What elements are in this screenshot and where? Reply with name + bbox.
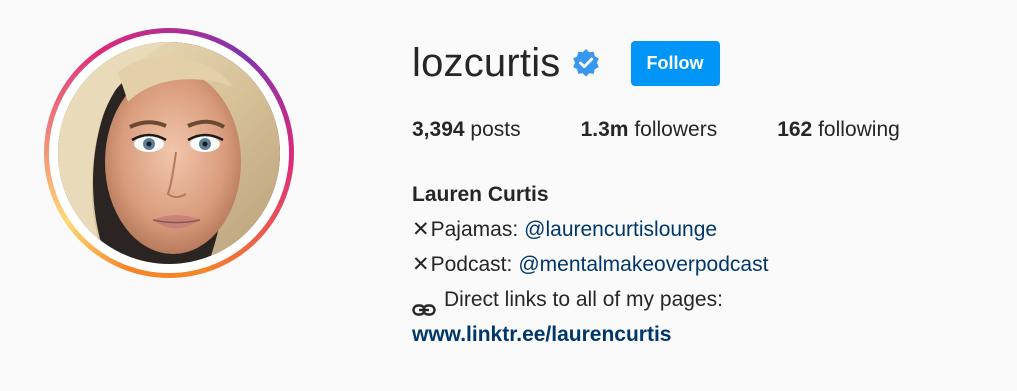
mention-link-lounge[interactable]: @laurencurtislounge	[524, 212, 717, 247]
followers-count: 1.3m	[580, 118, 629, 141]
bio-links-text: Direct links to all of my pages:	[444, 288, 723, 311]
avatar-photo-portrait	[58, 42, 280, 264]
following-count: 162	[777, 118, 813, 141]
profile-stats: 3,394 posts 1.3m followers 162 following	[412, 116, 900, 144]
profile-header-row: lozcurtis Follow	[412, 38, 720, 88]
stat-posts: 3,394 posts	[412, 116, 521, 144]
follow-button[interactable]: Follow	[630, 40, 720, 86]
x-mark-icon: ✕	[412, 218, 430, 241]
stat-following[interactable]: 162 following	[777, 116, 900, 144]
avatar-gap	[49, 33, 289, 273]
link-icon	[412, 293, 436, 316]
bio-line-pajamas: ✕ Pajamas: @laurencurtislounge	[412, 212, 768, 247]
bio-line-links: Direct links to all of my pages:	[412, 282, 768, 317]
bio-line-label: Podcast:	[430, 253, 513, 276]
profile-bio: Lauren Curtis ✕ Pajamas: @laurencurtislo…	[412, 177, 768, 352]
x-mark-icon: ✕	[412, 253, 430, 276]
profile-avatar-ring[interactable]	[44, 28, 294, 278]
bio-line-podcast: ✕ Podcast: @mentalmakeoverpodcast	[412, 247, 768, 282]
bio-line-label: Pajamas:	[430, 218, 519, 241]
posts-label: posts	[470, 118, 521, 141]
followers-label: followers	[634, 118, 718, 141]
stat-followers[interactable]: 1.3m followers	[581, 116, 718, 144]
website-link[interactable]: www.linktr.ee/laurencurtis	[412, 317, 671, 352]
posts-count: 3,394	[412, 118, 465, 141]
mention-link-podcast[interactable]: @mentalmakeoverpodcast	[518, 247, 768, 282]
avatar[interactable]	[58, 42, 280, 264]
verified-badge-icon	[571, 48, 601, 78]
bio-website-line: www.linktr.ee/laurencurtis	[412, 317, 768, 352]
bio-full-name: Lauren Curtis	[412, 183, 549, 206]
profile-username: lozcurtis	[412, 41, 561, 85]
following-label: following	[818, 118, 900, 141]
